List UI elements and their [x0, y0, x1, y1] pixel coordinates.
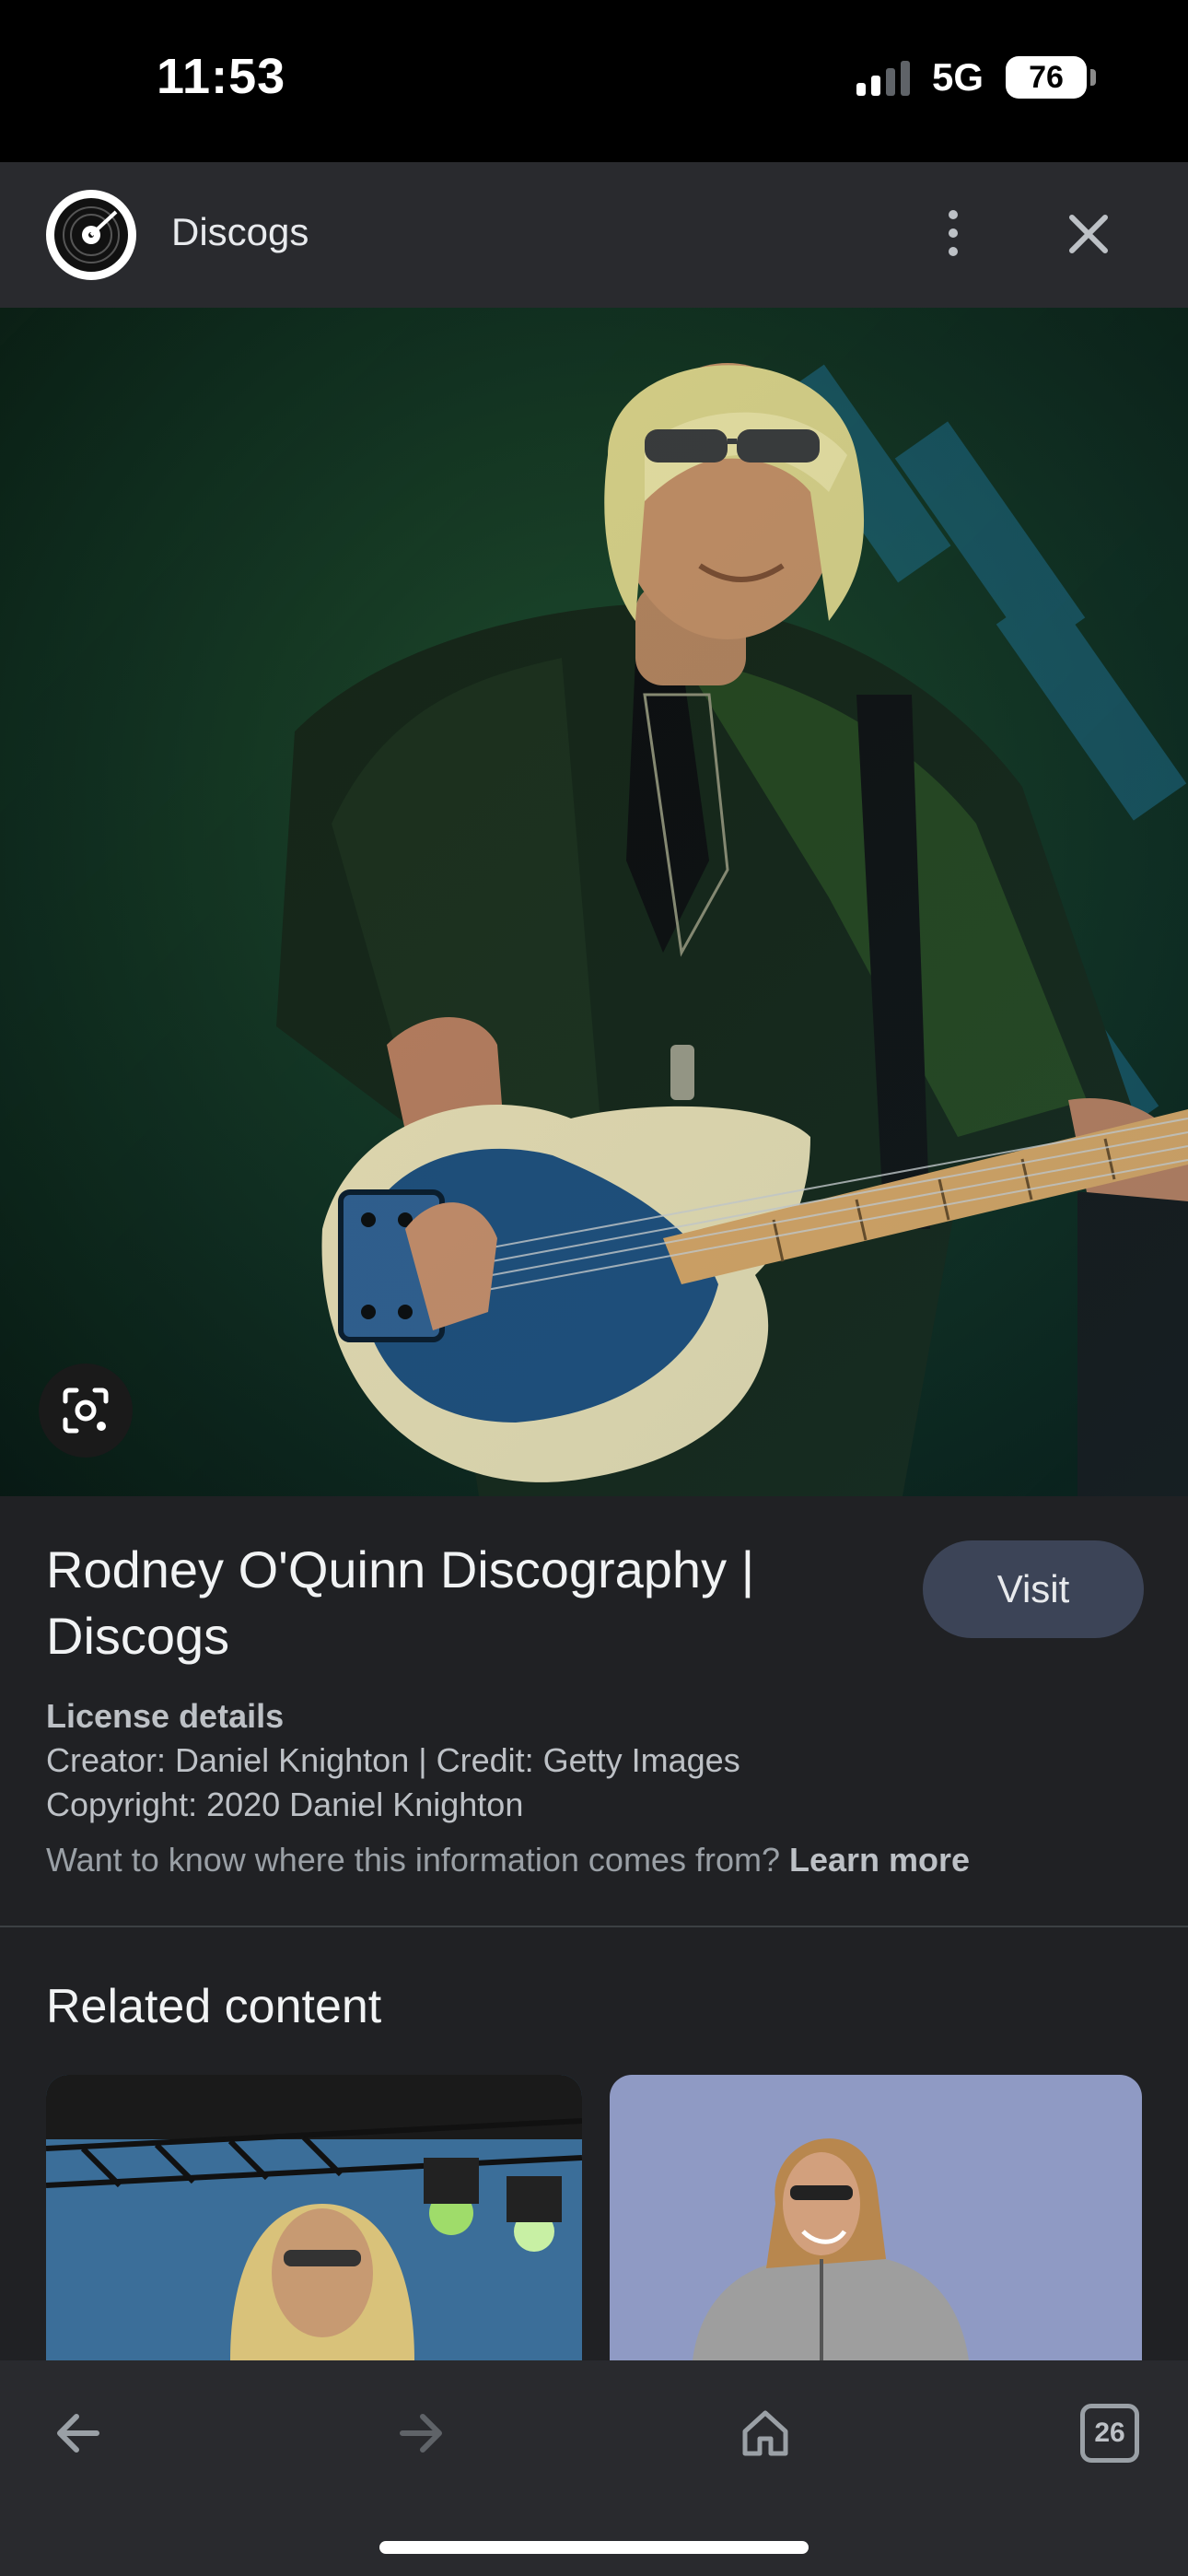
close-icon[interactable]: [1059, 205, 1118, 263]
home-icon[interactable]: [724, 2392, 807, 2475]
tabs-count: 26: [1080, 2404, 1139, 2463]
signal-strength-icon: [856, 59, 910, 96]
status-bar: 11:53 5G 76: [0, 0, 1188, 162]
status-time: 11:53: [157, 49, 286, 104]
more-vert-icon[interactable]: [930, 201, 976, 265]
related-thumbnail[interactable]: [610, 2075, 1142, 2360]
result-title[interactable]: Rodney O'Quinn Discography | Discogs: [46, 1537, 875, 1669]
battery-icon: 76: [1006, 56, 1096, 99]
related-content-heading: Related content: [46, 1980, 382, 2033]
divider: [0, 1926, 1188, 1927]
network-type: 5G: [931, 55, 984, 99]
learn-more-link[interactable]: Learn more: [789, 1841, 970, 1879]
related-thumbnail[interactable]: [46, 2075, 582, 2360]
arrow-forward-icon[interactable]: [379, 2392, 462, 2475]
google-lens-icon[interactable]: [39, 1364, 133, 1458]
copyright-line: Copyright: 2020 Daniel Knighton: [46, 1786, 524, 1823]
info-source-text: Want to know where this information come…: [46, 1841, 970, 1879]
info-question: Want to know where this information come…: [46, 1841, 789, 1879]
status-indicators: 5G 76: [856, 55, 1096, 100]
creator-credit: Creator: Daniel Knighton | Credit: Getty…: [46, 1741, 740, 1779]
site-name[interactable]: Discogs: [171, 210, 309, 254]
battery-level: 76: [1029, 59, 1064, 95]
result-image[interactable]: [0, 308, 1188, 1496]
visit-button[interactable]: Visit: [923, 1540, 1144, 1638]
license-heading: License details: [46, 1697, 285, 1735]
image-viewer-header: Discogs: [0, 162, 1188, 308]
tab-switcher-icon[interactable]: 26: [1068, 2392, 1151, 2475]
home-indicator[interactable]: [379, 2541, 809, 2554]
arrow-back-icon[interactable]: [37, 2392, 120, 2475]
vinyl-record-icon: [46, 190, 136, 280]
